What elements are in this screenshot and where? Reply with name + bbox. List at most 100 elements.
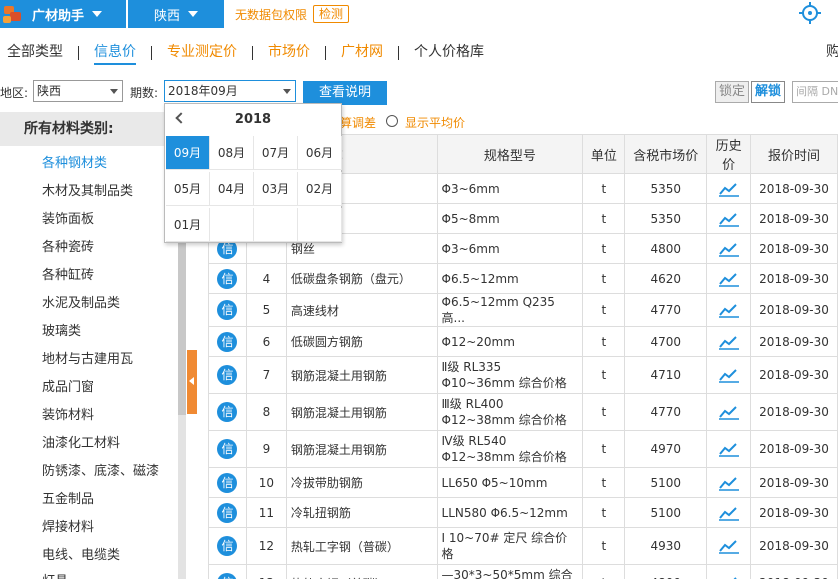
table-row[interactable]: 信 8 钢筋混凝土用钢筋 Ⅲ级 RL400 Φ12~38mm 综合价格 t 4770 201… [208,393,838,431]
locate-target-icon[interactable] [799,2,821,24]
lock-button[interactable]: 锁定 [715,81,749,103]
info-cell: 信 [208,467,247,498]
chevron-left-icon [189,377,194,385]
trend-chart-icon[interactable] [718,441,740,457]
trend-chart-icon[interactable] [718,334,740,350]
month-option[interactable]: 07月 [254,136,298,170]
chevron-down-icon [92,11,103,17]
average-price-label[interactable]: 显示平均价 [405,114,465,131]
month-option[interactable]: 04月 [210,172,254,206]
sidebar-item-doors-windows[interactable]: 成品门窗 [42,376,94,395]
sidebar-item-decoration[interactable]: 装饰材料 [42,404,94,423]
active-tab-indicator [94,63,136,65]
month-option[interactable]: 02月 [298,172,342,206]
table-row[interactable]: 信 12 热轧工字钢（普碳） Ⅰ 10~70# 定尺 综合价 格 t 4930 2018-0… [208,527,838,565]
header-price[interactable]: 含税市场价 [624,134,708,174]
trend-chart-icon[interactable] [718,211,740,227]
month-option[interactable]: 01月 [166,208,210,242]
info-icon[interactable]: 信 [217,365,238,385]
header-unit[interactable]: 单位 [582,134,626,174]
sidebar-item-lamps[interactable]: 灯具 [42,570,68,579]
tab-personal-price[interactable]: 个人价格库 [414,41,484,61]
month-option[interactable]: 03月 [254,172,298,206]
info-icon[interactable]: 信 [217,573,238,579]
table-row[interactable]: 信 4 低碳盘条钢筋（盘元） Φ6.5~12mm t 4620 2018-09-30 [208,263,838,294]
material-name: 冷拔带肋钢筋 [285,467,438,498]
quote-date: 2018-09-30 [750,430,838,468]
tab-market-price[interactable]: 市场价 [268,41,310,61]
price-adjust-option[interactable]: 算调差 [340,114,376,131]
info-icon[interactable]: 信 [217,300,238,320]
unlock-button[interactable]: 解锁 [751,81,785,103]
month-option[interactable]: 05月 [166,172,210,206]
main-nav: 全部类型 信息价 专业测定价 市场价 广材网 个人价格库 购 [0,36,838,66]
period-select[interactable]: 2018年09月 [164,80,296,102]
sidebar-item-hardware[interactable]: 五金制品 [42,488,94,507]
average-price-radio[interactable] [386,115,398,127]
sidebar-item-paint[interactable]: 油漆化工材料 [42,432,120,451]
table-row[interactable]: 信 7 钢筋混凝土用钢筋 Ⅱ级 RL335 Φ10~36mm 综合价格 t 4710 201… [208,356,838,394]
trend-chart-icon[interactable] [718,575,740,579]
tab-guangcai-net[interactable]: 广材网 [341,41,383,61]
trend-chart-icon[interactable] [718,538,740,554]
sidebar-item-welding[interactable]: 焊接材料 [42,516,94,535]
table-row[interactable]: 信 13热轧扁钢（普碳）—30*3~50*5mm 综合 价格t4800 2018-0… [208,564,838,579]
sidebar-item-panels[interactable]: 装饰面板 [42,208,94,227]
market-price: 4770 [624,393,708,431]
trend-chart-icon[interactable] [718,367,740,383]
info-icon[interactable]: 信 [217,502,238,523]
info-icon[interactable]: 信 [217,331,238,352]
region-selector[interactable]: 陕西 [128,0,224,28]
month-option[interactable]: 06月 [298,136,342,170]
sidebar-item-primer[interactable]: 防锈漆、底漆、磁漆 [42,460,159,479]
sidebar-item-clinker-bricks[interactable]: 各种缸砖 [42,264,94,283]
trend-chart-icon[interactable] [718,505,740,521]
trend-chart-icon[interactable] [718,271,740,287]
tab-professional-price[interactable]: 专业测定价 [167,41,237,61]
sidebar-item-flooring[interactable]: 地材与古建用瓦 [42,348,133,367]
header-history[interactable]: 历史价 [706,134,752,174]
trend-chart-icon[interactable] [718,181,740,197]
info-icon[interactable]: 信 [217,439,238,459]
trend-chart-icon[interactable] [718,241,740,257]
info-icon[interactable]: 信 [217,268,238,289]
sidebar-item-tiles[interactable]: 各种瓷砖 [42,236,94,255]
sidebar-item-steel[interactable]: 各种钢材类 [42,152,107,171]
info-icon[interactable]: 信 [217,472,238,493]
table-row[interactable]: 信 5 高速线材 Φ6.5~12mm Q235 高... t 4770 2018-09-30 [208,293,838,327]
table-row[interactable]: 信 11 冷轧扭钢筋 LLN580 Φ6.5~12mm t 5100 2018-09-30 [208,497,838,528]
table-row[interactable]: 信 9 钢筋混凝土用钢筋 Ⅳ级 RL540 Φ12~38mm 综合价格 t 4970 201… [208,430,838,468]
trend-chart-icon[interactable] [718,404,740,420]
market-price: 4700 [624,326,708,357]
table-row[interactable]: 信 10 冷拔带肋钢筋 LL650 Φ5~10mm t 5100 2018-09-30 [208,467,838,498]
row-number: 13 [245,564,287,579]
spec-model: Φ3~6mm [436,173,584,204]
info-cell: 信 [208,527,247,565]
info-cell: 信 [208,430,247,468]
detect-button[interactable]: 检测 [313,5,350,23]
month-option[interactable]: 09月 [166,136,210,170]
row-number: 9 [245,430,287,468]
sidebar-item-cement[interactable]: 水泥及制品类 [42,292,120,311]
sidebar-item-wood[interactable]: 木材及其制品类 [42,180,133,199]
info-icon[interactable]: 信 [217,536,238,556]
tab-all-types[interactable]: 全部类型 [7,41,63,61]
history-price [706,564,752,579]
sidebar-item-glass[interactable]: 玻璃类 [42,320,81,339]
trend-chart-icon[interactable] [718,475,740,491]
info-icon[interactable]: 信 [217,402,238,422]
trend-chart-icon[interactable] [718,302,740,318]
search-input[interactable]: 间隔 DN [792,81,838,103]
brand-menu[interactable]: 广材助手 [0,0,126,28]
collapse-sidebar-handle[interactable] [187,350,197,414]
tab-info-price[interactable]: 信息价 [94,41,136,61]
spec-model: Ⅱ级 RL335 Φ10~36mm 综合价格 [436,356,584,394]
tab-purchase[interactable]: 购 [826,41,838,61]
region-select[interactable]: 陕西 [33,80,123,102]
sidebar-item-cables[interactable]: 电线、电缆类 [42,544,120,563]
view-explanation-button[interactable]: 查看说明 [303,81,387,105]
table-row[interactable]: 信 6 低碳圆方钢筋 Φ12~20mm t 4700 2018-09-30 [208,326,838,357]
month-option[interactable]: 08月 [210,136,254,170]
header-spec[interactable]: 规格型号 [436,134,584,174]
header-date[interactable]: 报价时间 [750,134,838,174]
